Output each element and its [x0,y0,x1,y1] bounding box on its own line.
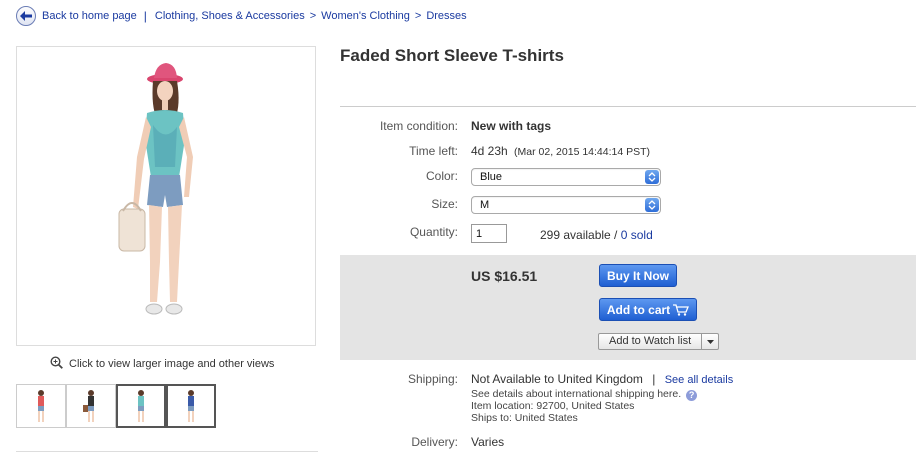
main-product-image[interactable] [16,46,316,346]
thumbnail-2[interactable] [66,384,116,428]
time-left-label: Time left: [409,144,458,158]
thumbnail-1[interactable] [16,384,66,428]
breadcrumb-divider: | [143,9,147,23]
see-all-details-link[interactable]: See all details [665,374,734,386]
left-divider [16,451,318,452]
time-left-row: 4d 23h (Mar 02, 2015 14:44:14 PST) [471,144,650,158]
ships-to: Ships to: United States [471,412,578,424]
intl-shipping-text: See details about international shipping… [471,388,682,400]
size-label: Size: [431,197,458,211]
crumb-separator: > [414,10,422,22]
crumb-clothing[interactable]: Clothing, Shoes & Accessories [155,10,305,22]
color-select[interactable]: Blue [471,168,661,186]
color-label: Color: [425,169,458,183]
size-select[interactable]: M [471,196,661,214]
shipping-divider: | [652,372,656,386]
condition-value: New with tags [471,119,552,133]
shipping-row: Not Available to United Kingdom | See al… [471,372,733,386]
zoom-label[interactable]: Click to view larger image and other vie… [69,358,274,370]
add-to-cart-label: Add to cart [606,302,671,317]
size-select-value: M [480,199,490,211]
back-to-home-link[interactable]: Back to home page [42,10,137,22]
quantity-input[interactable] [471,224,507,243]
magnifier-icon [50,356,63,372]
title-divider [340,106,916,107]
color-select-value: Blue [480,171,503,183]
buy-it-now-label: Buy It Now [607,268,669,283]
thumbnail-3[interactable] [116,384,166,428]
item-title: Faded Short Sleeve T-shirts [340,46,564,65]
breadcrumb: Back to home page | Clothing, Shoes & Ac… [16,6,467,26]
item-location: Item location: 92700, United States [471,400,635,412]
available-count: 299 available / [540,228,618,242]
shipping-label: Shipping: [407,372,458,386]
help-icon[interactable]: ? [686,390,698,401]
zoom-row[interactable]: Click to view larger image and other vie… [50,356,274,372]
cart-icon [673,303,690,316]
condition-label: Item condition: [379,119,458,133]
buy-it-now-button[interactable]: Buy It Now [599,264,677,287]
delivery-label: Delivery: [411,435,458,449]
select-arrows-icon [645,170,659,184]
time-left-date: (Mar 02, 2015 14:44:14 PST) [514,146,651,158]
price: US $16.51 [471,268,538,284]
add-to-cart-button[interactable]: Add to cart [599,298,697,321]
back-arrow-icon[interactable] [16,6,36,26]
crumb-dresses[interactable]: Dresses [426,10,466,22]
crumb-separator: > [309,10,317,22]
thumbnail-strip [16,384,216,428]
quantity-label: Quantity: [409,225,458,239]
shipping-value: Not Available to United Kingdom [471,372,643,386]
model-illustration [17,47,315,345]
time-left-value: 4d 23h [471,144,508,158]
watch-list-label[interactable]: Add to Watch list [599,334,703,349]
thumbnail-4[interactable] [166,384,216,428]
delivery-value: Varies [471,435,505,449]
crumb-womens-clothing[interactable]: Women's Clothing [321,10,410,22]
select-arrows-icon [645,198,659,212]
watch-list-button[interactable]: Add to Watch list [598,333,720,350]
chevron-down-icon[interactable] [702,334,718,349]
availability: 299 available / 0 sold [540,228,653,242]
sold-count-link[interactable]: 0 sold [621,228,653,242]
